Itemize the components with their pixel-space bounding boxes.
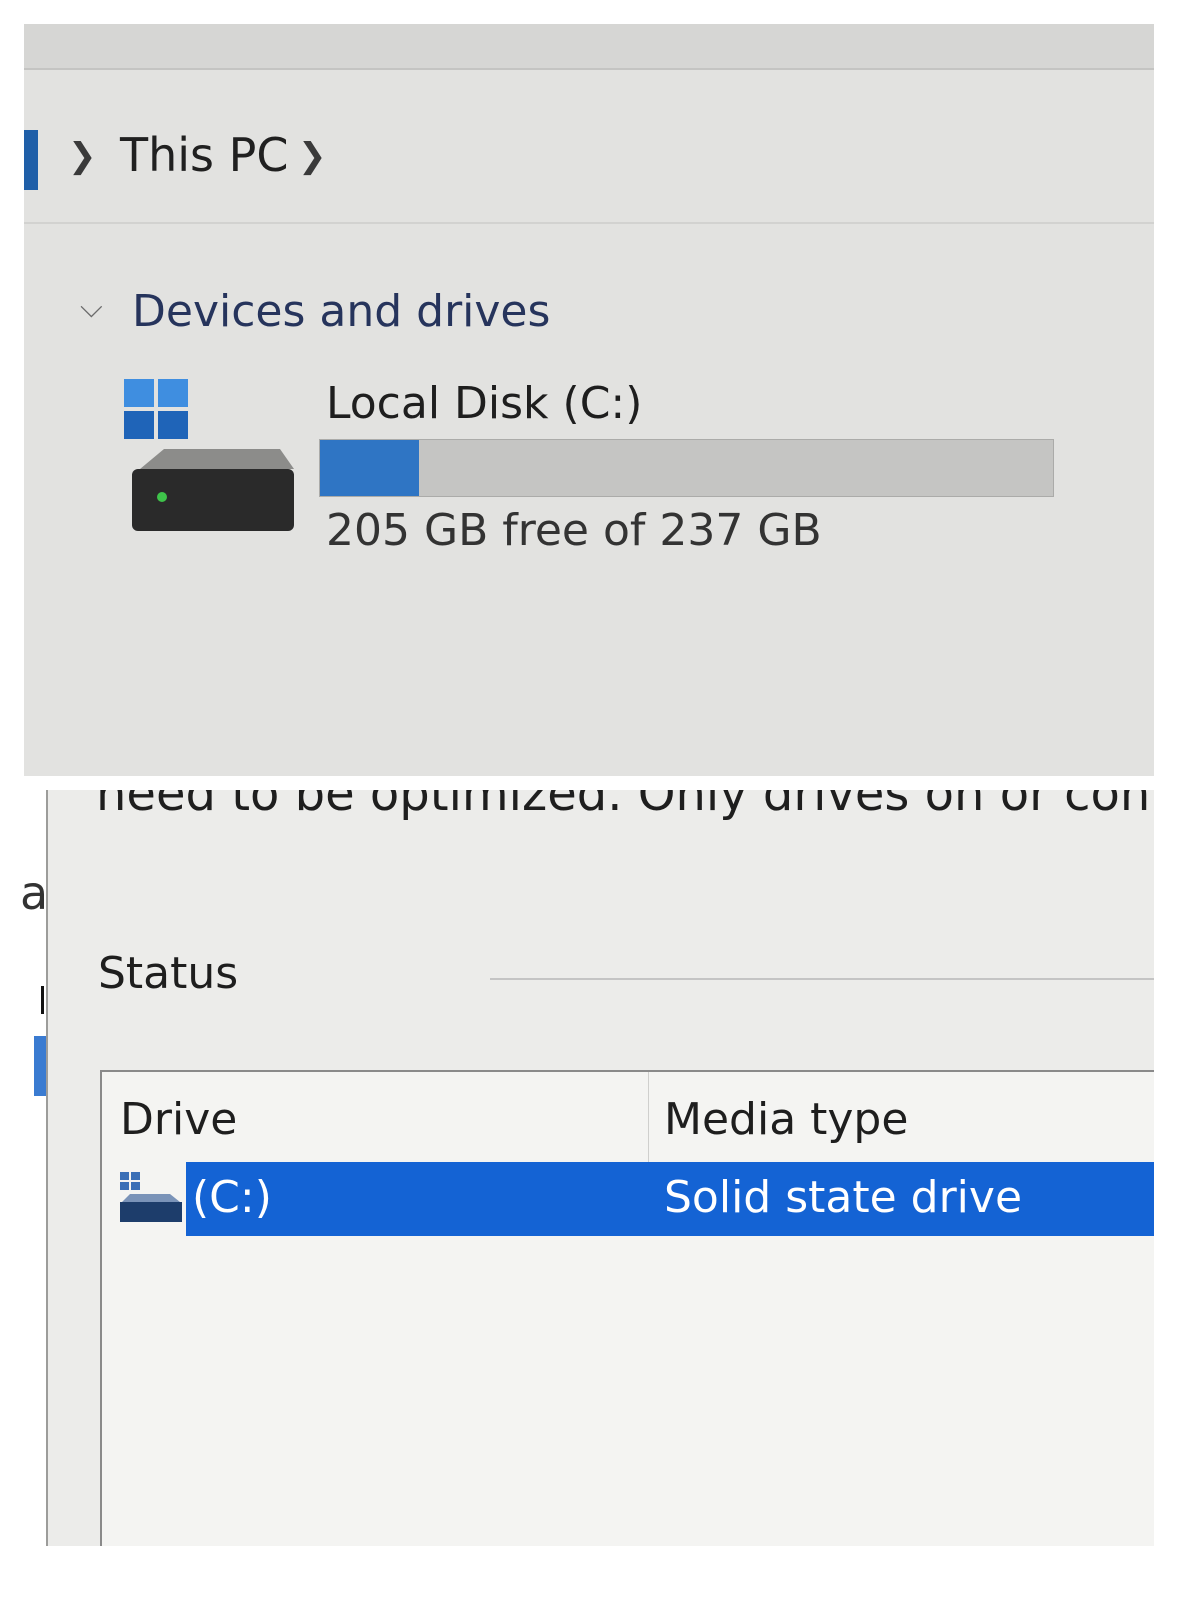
row-media-type-cell[interactable]: Solid state drive (664, 1172, 1022, 1223)
column-divider[interactable] (648, 1072, 649, 1162)
row-drive-cell[interactable]: (C:) (192, 1172, 272, 1223)
window-top-strip (24, 24, 1154, 70)
edge-accent (34, 1036, 46, 1096)
description-text: need to be optimized. Only drives on or … (96, 790, 1154, 822)
drive-free-space: 205 GB free of 237 GB (326, 505, 822, 556)
drive-led (157, 492, 167, 502)
background-window-text: a (20, 866, 49, 920)
drive-icon (120, 1172, 182, 1222)
chevron-down-icon[interactable]: ⌵ (80, 290, 103, 325)
optimize-drives-panel: a need to be optimized. Only drives on o… (20, 790, 1154, 1546)
this-pc-icon[interactable] (24, 130, 38, 190)
drive-list[interactable]: Drive Media type (C:) Solid state drive (100, 1070, 1154, 1546)
column-header-media-type[interactable]: Media type (664, 1094, 908, 1145)
drive-name[interactable]: Local Disk (C:) (326, 378, 642, 429)
address-bar-divider (24, 222, 1154, 224)
drive-usage-fill (320, 440, 419, 496)
breadcrumb-this-pc[interactable]: This PC (120, 128, 288, 182)
edge-divider (41, 986, 44, 1014)
drive-usage-bar (319, 439, 1054, 497)
section-devices-and-drives[interactable]: Devices and drives (132, 286, 550, 337)
chevron-right-icon[interactable]: ❯ (68, 136, 97, 176)
status-group-line (490, 978, 1154, 980)
background-window-edge: a (20, 790, 48, 1546)
column-header-drive[interactable]: Drive (120, 1094, 237, 1145)
chevron-right-icon[interactable]: ❯ (298, 136, 327, 176)
status-group-label: Status (98, 948, 239, 999)
windows-logo-icon (124, 379, 188, 439)
drive-icon[interactable] (124, 379, 299, 539)
explorer-panel: ❯ This PC ❯ ⌵ Devices and drives Local D… (24, 24, 1154, 776)
